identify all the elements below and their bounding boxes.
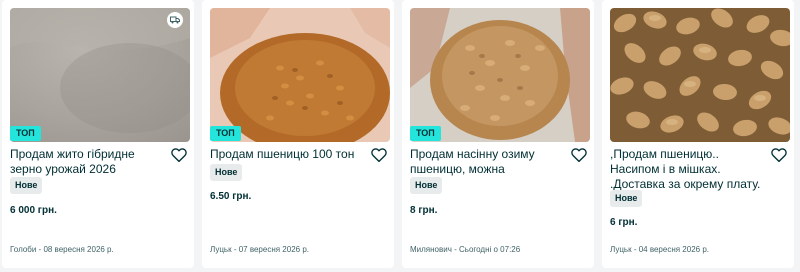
wheat-closeup-image: [610, 8, 790, 142]
condition-badge: Нове: [410, 177, 443, 194]
listing-card[interactable]: ТОП Продам насінну озиму пшеницю, можна …: [402, 0, 594, 268]
condition-badge: Нове: [610, 190, 643, 207]
listing-photo[interactable]: [210, 8, 390, 142]
listing-card[interactable]: ТОП Продам жито гібридне зерно урожай 20…: [2, 0, 194, 268]
top-badge: ТОП: [410, 126, 441, 141]
listing-price: 6 грн.: [610, 217, 638, 228]
listing-title[interactable]: ,Продам пшеницю.. Насипом і в мішках. .Д…: [610, 147, 764, 193]
seed-wheat-hand-image: [410, 8, 590, 142]
listing-card[interactable]: ТОП Продам пшеницю 100 тон Нове 6.50 грн…: [202, 0, 394, 268]
listing-price: 6 000 грн.: [10, 205, 57, 216]
top-badge: ТОП: [210, 126, 241, 141]
listing-grid: ТОП Продам жито гібридне зерно урожай 20…: [0, 0, 800, 272]
location-date: Голоби - 08 вересня 2026 р.: [10, 245, 114, 254]
listing-title[interactable]: Продам жито гібридне зерно урожай 2026: [10, 147, 164, 178]
condition-badge: Нове: [10, 177, 43, 194]
listing-photo[interactable]: [410, 8, 590, 142]
heart-outline-icon[interactable]: [770, 146, 788, 164]
listing-photo[interactable]: [610, 8, 790, 142]
listing-photo[interactable]: [10, 8, 190, 142]
location-date: Луцьк - 07 вересня 2026 р.: [210, 245, 309, 254]
location-date: Луцьк - 04 вересня 2026 р.: [610, 245, 709, 254]
condition-badge: Нове: [210, 164, 243, 181]
top-badge: ТОП: [10, 126, 41, 141]
listing-price: 8 грн.: [410, 205, 438, 216]
heart-outline-icon[interactable]: [570, 146, 588, 164]
listing-card[interactable]: ,Продам пшеницю.. Насипом і в мішках. .Д…: [602, 0, 794, 268]
rye-grain-image: [10, 8, 190, 142]
heart-outline-icon[interactable]: [370, 146, 388, 164]
wheat-hands-image: [210, 8, 390, 142]
truck-icon: [167, 12, 183, 28]
listing-price: 6.50 грн.: [210, 191, 252, 202]
listing-title[interactable]: Продам насінну озиму пшеницю, можна прот…: [410, 147, 564, 178]
heart-outline-icon[interactable]: [170, 146, 188, 164]
location-date: Милянович - Сьогодні о 07:26: [410, 245, 521, 254]
